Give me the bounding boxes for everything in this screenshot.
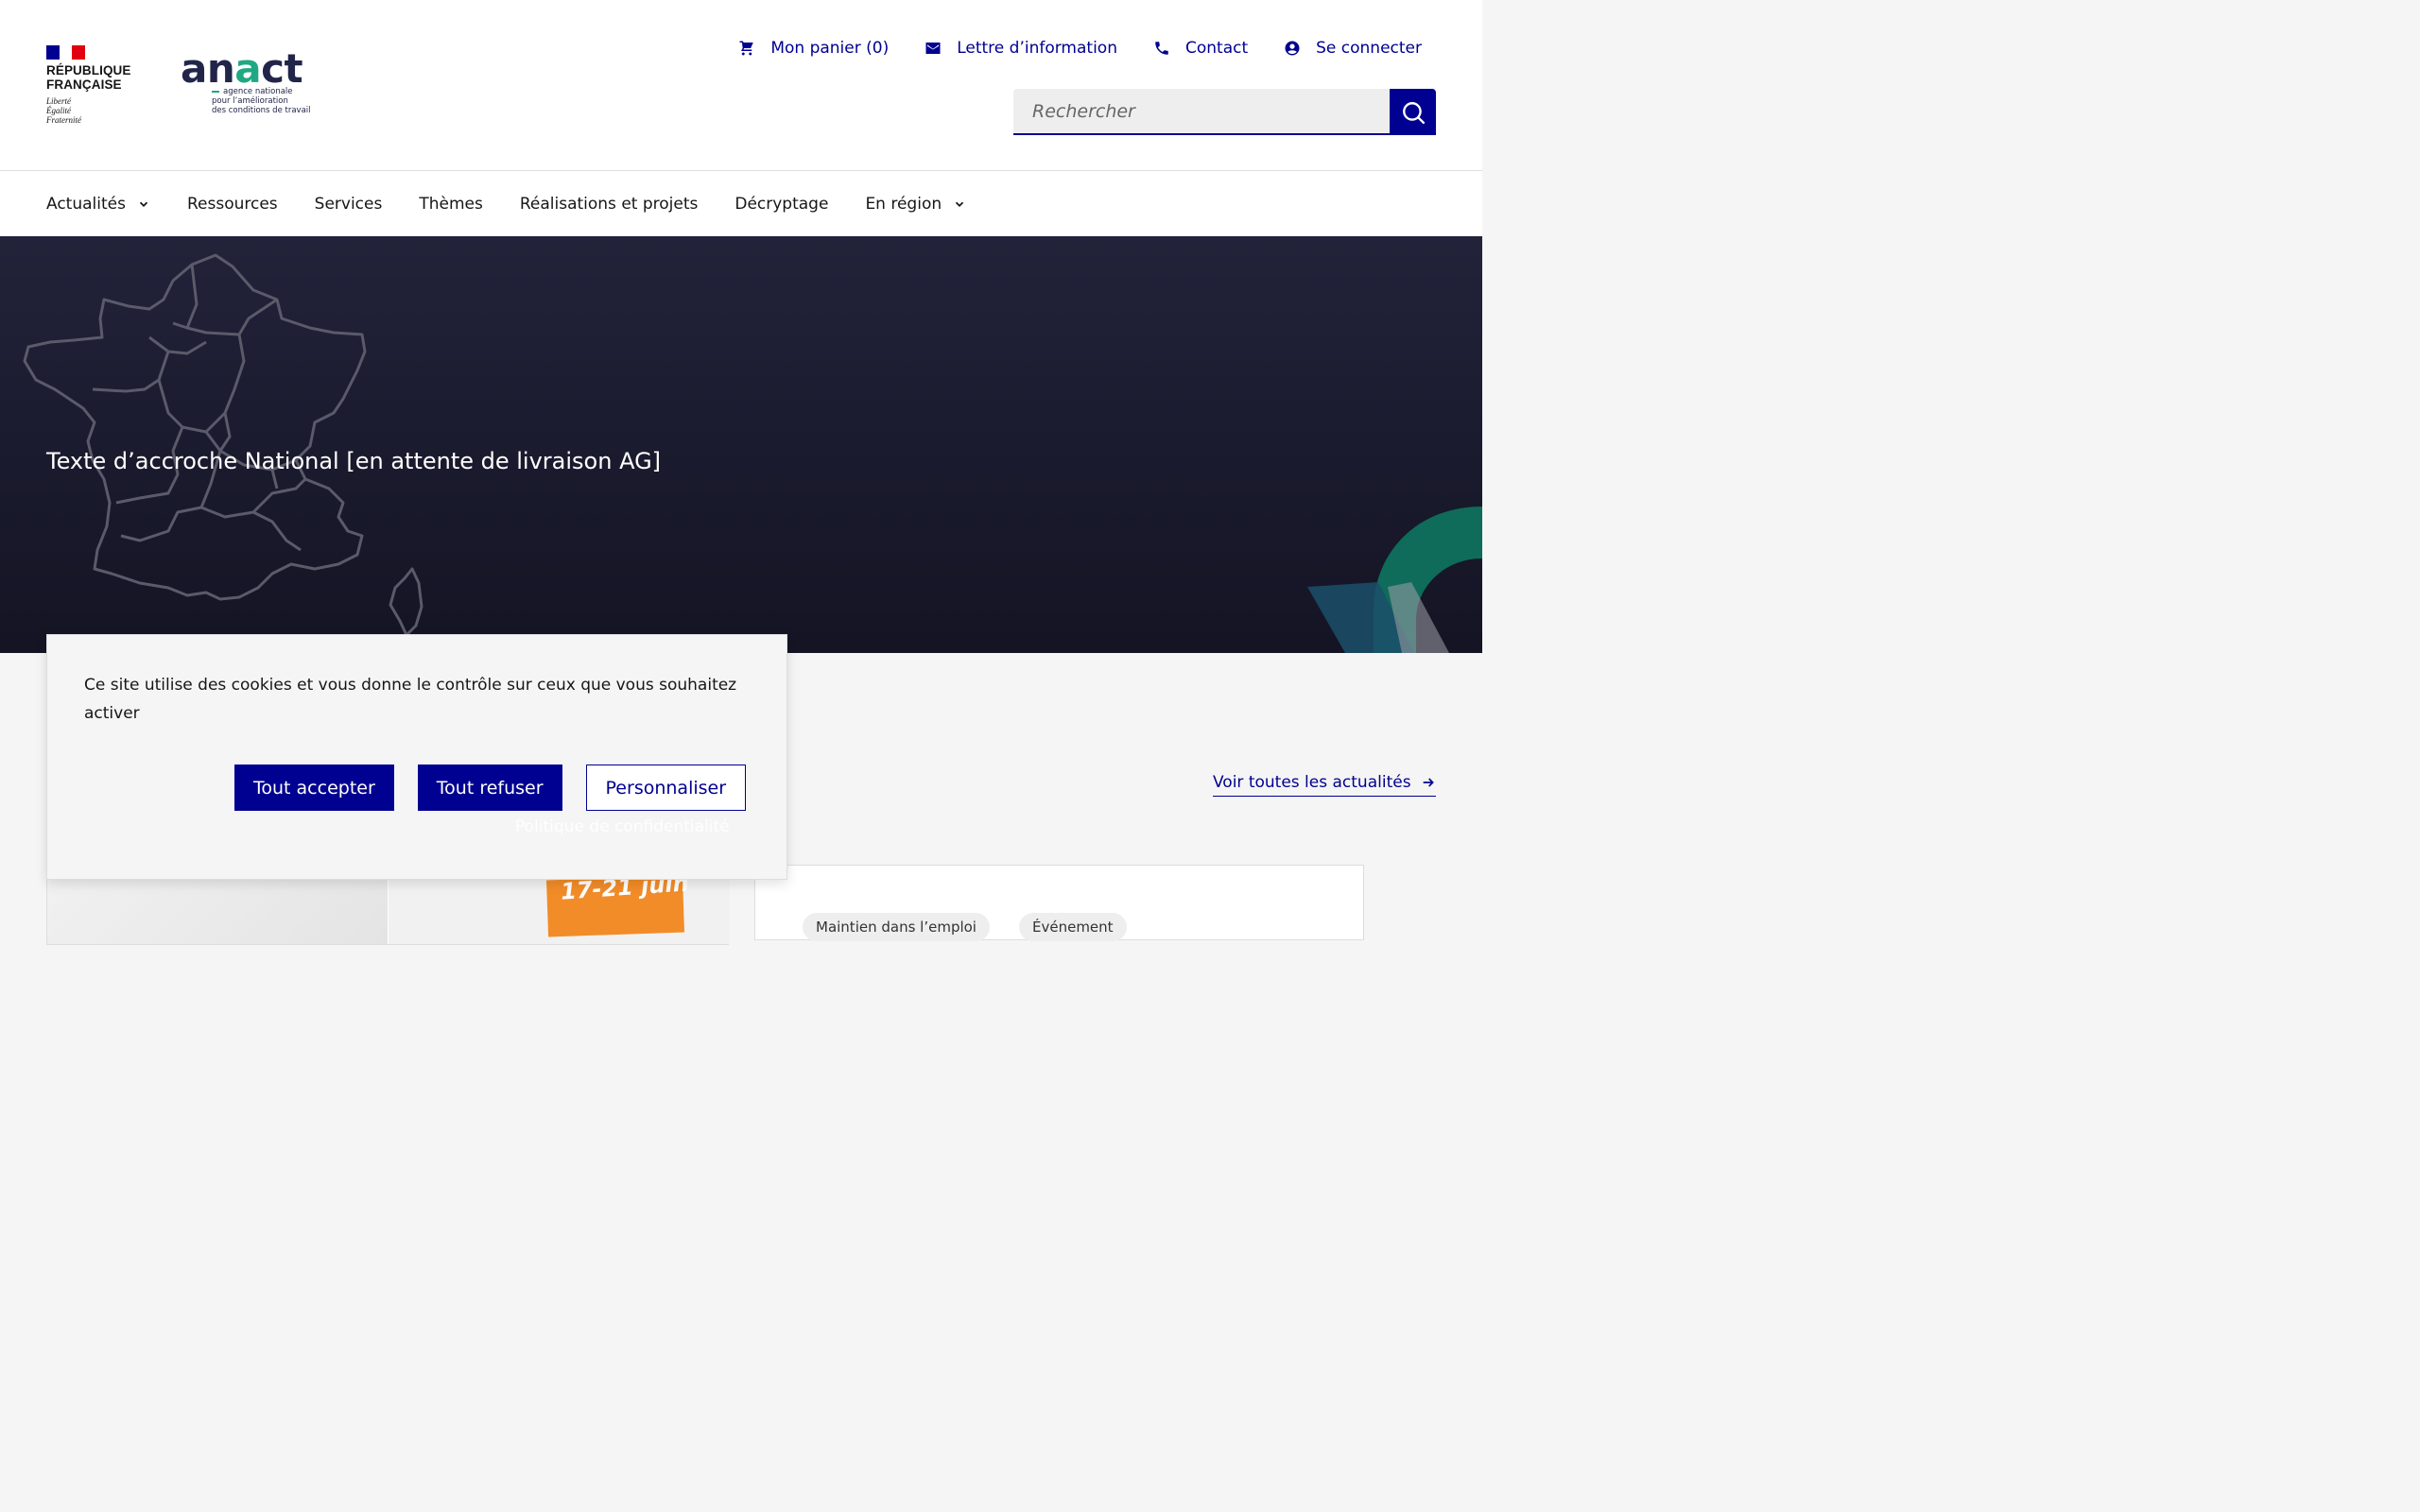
rf-motto-egalite: Égalité bbox=[46, 106, 71, 115]
nav-item-realisations[interactable]: Réalisations et projets bbox=[520, 195, 699, 214]
anact-decorative-shape bbox=[1307, 507, 1482, 653]
see-all-news-label: Voir toutes les actualités bbox=[1213, 773, 1411, 792]
cart-link[interactable]: Mon panier (0) bbox=[738, 39, 889, 58]
search-bar bbox=[1013, 89, 1436, 135]
rf-name-line2: FRANÇAISE bbox=[46, 77, 122, 92]
news-card-right[interactable]: Maintien dans l’emploi Événement bbox=[754, 865, 1364, 941]
chevron-down-icon bbox=[139, 201, 148, 207]
login-link[interactable]: Se connecter bbox=[1284, 39, 1422, 58]
site-header: RÉPUBLIQUE FRANÇAISE Liberté Égalité Fra… bbox=[0, 0, 1482, 171]
nav-item-en-region[interactable]: En région bbox=[865, 195, 966, 214]
anact-sub-line1: agence nationale bbox=[223, 87, 293, 96]
hero-tagline: Texte d’accroche National [en attente de… bbox=[46, 448, 662, 474]
search-input[interactable] bbox=[1013, 89, 1390, 135]
nav-item-ressources[interactable]: Ressources bbox=[187, 195, 278, 214]
cookie-message: Ce site utilise des cookies et vous donn… bbox=[84, 676, 737, 723]
accept-all-button[interactable]: Tout accepter bbox=[234, 765, 394, 811]
tag-badge[interactable]: Événement bbox=[1019, 913, 1127, 941]
anact-logo[interactable]: anact agence nationale pour l’améliorati… bbox=[181, 49, 318, 121]
cart-icon bbox=[739, 41, 754, 56]
login-label: Se connecter bbox=[1316, 39, 1422, 58]
nav-item-actualites[interactable]: Actualités bbox=[46, 195, 150, 214]
rf-motto-liberte: Liberté bbox=[46, 96, 71, 106]
newsletter-label: Lettre d’information bbox=[957, 39, 1117, 58]
header-quick-links: Mon panier (0) Lettre d’information Cont… bbox=[738, 39, 1422, 58]
rf-name-line1: RÉPUBLIQUE bbox=[46, 63, 131, 77]
anact-wordmark: anact bbox=[181, 45, 303, 92]
nav-label: En région bbox=[865, 194, 942, 214]
anact-sub-line3: des conditions de travail bbox=[212, 106, 311, 115]
nav-item-services[interactable]: Services bbox=[315, 195, 383, 214]
cookie-consent-banner: Ce site utilise des cookies et vous donn… bbox=[46, 634, 787, 880]
tag-badge[interactable]: Maintien dans l’emploi bbox=[803, 913, 990, 941]
envelope-icon bbox=[925, 43, 941, 54]
nav-label: Réalisations et projets bbox=[519, 194, 699, 214]
main-navigation: Actualités Ressources Services Thèmes Ré… bbox=[0, 171, 1482, 236]
contact-link[interactable]: Contact bbox=[1153, 39, 1248, 58]
nav-label: Ressources bbox=[186, 194, 278, 214]
anact-sub-line2: pour l’amélioration bbox=[212, 96, 288, 106]
french-flag-icon bbox=[46, 45, 86, 60]
nav-label: Actualités bbox=[46, 194, 126, 214]
refuse-all-button[interactable]: Tout refuser bbox=[417, 765, 562, 811]
cart-label: Mon panier (0) bbox=[770, 39, 890, 58]
phone-icon bbox=[1155, 42, 1168, 55]
contact-label: Contact bbox=[1184, 39, 1249, 58]
hero-banner: Texte d’accroche National [en attente de… bbox=[0, 236, 1482, 653]
nav-label: Décryptage bbox=[735, 194, 829, 214]
nav-item-themes[interactable]: Thèmes bbox=[419, 195, 483, 214]
newsletter-link[interactable]: Lettre d’information bbox=[925, 39, 1117, 58]
search-icon bbox=[1402, 101, 1425, 124]
rf-motto-fraternite: Fraternité bbox=[46, 115, 81, 125]
nav-item-decryptage[interactable]: Décryptage bbox=[735, 195, 828, 214]
search-button[interactable] bbox=[1390, 89, 1436, 135]
customize-button[interactable]: Personnaliser bbox=[585, 765, 747, 811]
chevron-down-icon bbox=[956, 201, 964, 207]
arrow-right-icon bbox=[1423, 778, 1434, 787]
privacy-policy-link[interactable]: Politique de confidentialité bbox=[515, 817, 730, 836]
nav-label: Services bbox=[314, 194, 383, 214]
user-circle-icon bbox=[1285, 41, 1300, 56]
see-all-news-link[interactable]: Voir toutes les actualités bbox=[1213, 773, 1436, 797]
republique-francaise-logo[interactable]: RÉPUBLIQUE FRANÇAISE Liberté Égalité Fra… bbox=[46, 45, 141, 130]
nav-label: Thèmes bbox=[419, 194, 483, 214]
